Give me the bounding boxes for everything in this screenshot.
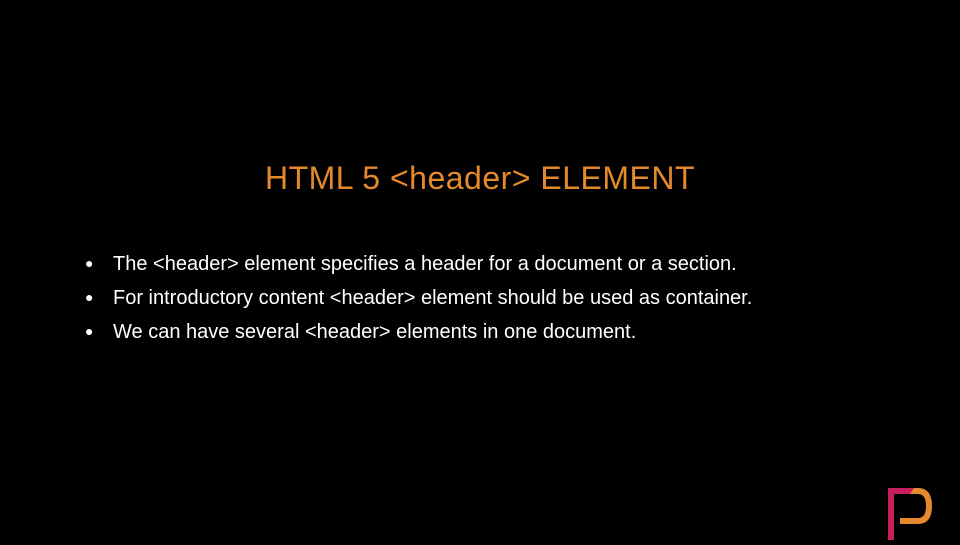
list-item: We can have several <header> elements in… <box>85 316 880 348</box>
list-item: The <header> element specifies a header … <box>85 248 880 280</box>
list-item: For introductory content <header> elemen… <box>85 282 880 314</box>
slide-title: HTML 5 <header> ELEMENT <box>0 160 960 197</box>
bullet-list: The <header> element specifies a header … <box>85 248 880 350</box>
logo-icon <box>880 484 932 540</box>
